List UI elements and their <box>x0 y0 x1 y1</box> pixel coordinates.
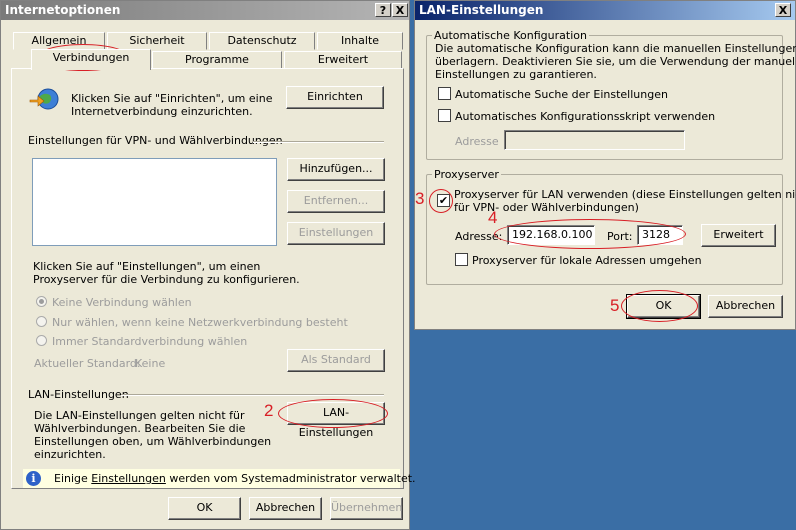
lan-text-line1: Die LAN-Einstellungen gelten nicht für <box>34 409 245 422</box>
close-button[interactable]: X <box>775 3 791 17</box>
tab-programme[interactable]: Programme <box>152 51 282 69</box>
add-button[interactable]: Hinzufügen... <box>287 158 385 181</box>
apply-button[interactable]: Übernehmen <box>330 497 403 520</box>
tab-verbindungen[interactable]: Verbindungen <box>31 49 151 70</box>
remove-button[interactable]: Entfernen... <box>287 190 385 213</box>
setup-button[interactable]: Einrichten <box>286 86 384 109</box>
internet-options-titlebar[interactable]: Internetoptionen <box>1 1 409 20</box>
annotation-ellipse-lan-button <box>278 399 388 428</box>
vpn-section-header: Einstellungen für VPN- und Wählverbindun… <box>28 134 283 147</box>
admin-note-link[interactable]: Einstellungen <box>91 472 166 485</box>
ok-button[interactable]: OK <box>168 497 241 520</box>
radio-no-dial-label: Keine Verbindung wählen <box>52 296 192 309</box>
annotation-number-4: 4 <box>488 208 498 227</box>
auto-script-label: Automatisches Konfigurationsskript verwe… <box>455 110 716 123</box>
lan-text-line3: Einstellungen oben, um Wählverbindungen <box>34 435 272 448</box>
radio-dial-if-no-network[interactable] <box>36 316 47 327</box>
script-address-input[interactable] <box>504 130 685 150</box>
lan-text-line4: einzurichten. <box>34 448 106 461</box>
as-default-button[interactable]: Als Standard <box>287 349 385 372</box>
annotation-ellipse-proxy-checkbox <box>429 189 453 213</box>
auto-detect-label: Automatische Suche der Einstellungen <box>455 88 668 101</box>
admin-note-post: werden vom Systemadministrator verwaltet… <box>169 472 416 485</box>
window-title: LAN-Einstellungen <box>419 3 544 17</box>
lan-text-line2: Wählverbindungen. Bearbeiten Sie die <box>34 422 246 435</box>
window-title: Internetoptionen <box>5 3 121 17</box>
lan-settings-window: LAN-Einstellungen X Automatische Konfigu… <box>414 0 796 330</box>
current-default-value: Keine <box>135 357 166 370</box>
auto-desc-line2: überlagern. Deaktivieren Sie sie, um die… <box>435 55 796 68</box>
use-proxy-label-line1: Proxyserver für LAN verwenden (diese Ein… <box>454 188 796 201</box>
vpn-separator <box>253 141 384 143</box>
close-button[interactable]: X <box>392 3 408 17</box>
lan-section-header: LAN-Einstellungen <box>28 388 129 401</box>
vpn-settings-button[interactable]: Einstellungen <box>287 222 385 245</box>
vpn-connections-list[interactable] <box>32 158 277 246</box>
use-proxy-label-line2: für VPN- oder Wählverbindungen) <box>454 201 639 214</box>
admin-note: Einige Einstellungen werden vom Systemad… <box>54 472 416 485</box>
internet-options-window: Internetoptionen ? X Allgemein Sicherhei… <box>0 0 416 530</box>
cancel-button[interactable]: Abbrechen <box>249 497 322 520</box>
help-button[interactable]: ? <box>375 3 391 17</box>
auto-desc-line1: Die automatische Konfiguration kann die … <box>435 42 796 55</box>
annotation-ellipse-address-port <box>494 219 686 249</box>
setup-text-line1: Klicken Sie auf "Einrichten", um eine <box>71 92 273 105</box>
cancel-button[interactable]: Abbrechen <box>708 295 783 318</box>
auto-script-checkbox[interactable] <box>438 109 451 122</box>
bypass-local-checkbox[interactable] <box>455 253 468 266</box>
annotation-ellipse-ok-button <box>621 290 698 322</box>
radio-dial-if-no-network-label: Nur wählen, wenn keine Netzwerkverbindun… <box>52 316 348 329</box>
info-icon: i <box>26 471 41 486</box>
annotation-number-3: 3 <box>415 189 425 208</box>
current-default-label: Aktueller Standard: <box>34 357 141 370</box>
proxy-group-label: Proxyserver <box>432 168 501 181</box>
proxy-info-line2: Proxyserver für die Verbindung zu konfig… <box>33 273 300 286</box>
proxy-info-line1: Klicken Sie auf "Einstellungen", um eine… <box>33 260 261 273</box>
globe-network-icon <box>28 87 62 111</box>
annotation-number-2: 2 <box>264 401 274 420</box>
tab-sicherheit[interactable]: Sicherheit <box>107 32 207 50</box>
annotation-number-5: 5 <box>610 296 620 315</box>
setup-text-line2: Internetverbindung einzurichten. <box>71 105 253 118</box>
auto-config-group-label: Automatische Konfiguration <box>432 29 589 42</box>
radio-no-dial[interactable] <box>36 296 47 307</box>
auto-detect-checkbox[interactable] <box>438 87 451 100</box>
admin-note-pre: Einige <box>54 472 88 485</box>
script-address-label: Adresse <box>455 135 499 148</box>
lan-settings-titlebar[interactable]: LAN-Einstellungen <box>415 1 795 20</box>
auto-desc-line3: Einstellungen zu garantieren. <box>435 68 597 81</box>
advanced-button[interactable]: Erweitert <box>701 224 776 247</box>
tab-datenschutz[interactable]: Datenschutz <box>209 32 315 50</box>
lan-separator <box>121 394 384 396</box>
bypass-local-label: Proxyserver für lokale Adressen umgehen <box>472 254 702 267</box>
radio-always-dial[interactable] <box>36 335 47 346</box>
radio-always-dial-label: Immer Standardverbindung wählen <box>52 335 248 348</box>
tab-inhalte[interactable]: Inhalte <box>317 32 403 50</box>
tab-erweitert[interactable]: Erweitert <box>284 51 402 69</box>
